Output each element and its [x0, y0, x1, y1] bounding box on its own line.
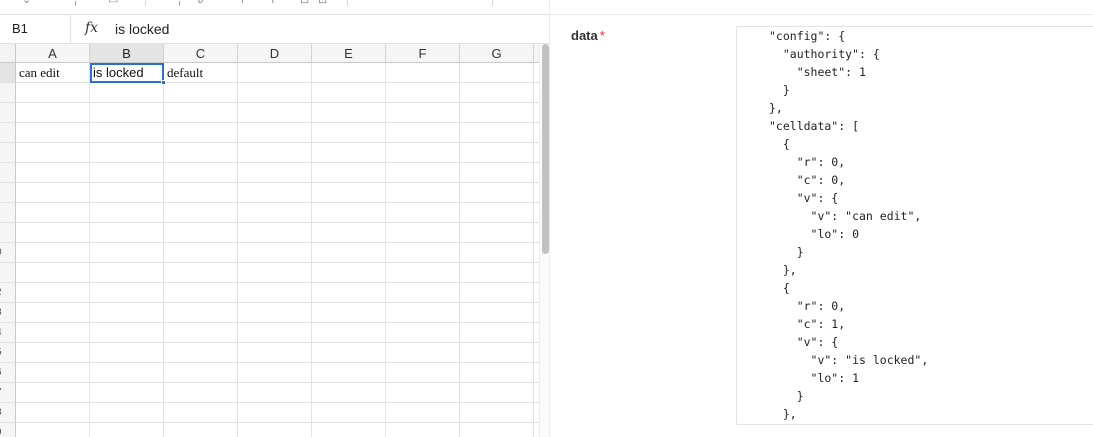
row-headers: 0 23456789 [0, 63, 16, 437]
code-line: } [769, 389, 804, 403]
column-header-f[interactable]: F [386, 44, 460, 63]
code-line: } [769, 83, 790, 97]
row-header[interactable] [0, 163, 16, 183]
vertical-scrollbar[interactable] [539, 44, 549, 437]
code-line: "r": 0, [769, 299, 846, 313]
toolbar-partial-icon[interactable]: ⊟ [300, 0, 309, 6]
code-line: "celldata": [ [769, 119, 860, 133]
code-line: "r": 0, [769, 155, 846, 169]
form-pane: data * "config": { "authority": { "sheet"… [549, 0, 1093, 437]
code-line: "lo": 0 [769, 227, 860, 241]
row-header[interactable] [0, 143, 16, 163]
row-header[interactable]: 9 [0, 423, 16, 437]
code-line: }, [769, 407, 797, 421]
form-top-divider [550, 0, 1093, 15]
name-box[interactable]: B1 [0, 15, 71, 43]
row-header[interactable]: 8 [0, 403, 16, 423]
row-header[interactable]: 0 [0, 243, 16, 263]
row-header[interactable]: 7 [0, 383, 16, 403]
code-line: "v": "can edit", [769, 209, 922, 223]
row-header[interactable] [0, 263, 16, 283]
row-header[interactable]: 3 [0, 303, 16, 323]
cell[interactable]: can edit [16, 63, 89, 83]
scrollbar-thumb[interactable] [542, 44, 549, 254]
spreadsheet-pane: ⌄ ¦ ▭ ¦ ∂ ↰ ↱ ⊟ ⊡ B1 fx is locked ABCDEF… [0, 0, 549, 437]
code-line: }, [769, 263, 797, 277]
code-lines: "config": { "authority": { "sheet": 1 }}… [769, 27, 928, 423]
data-field-label: data * [571, 28, 605, 43]
toolbar-partial-icon[interactable]: ⊡ [318, 0, 327, 6]
column-headers: ABCDEFG [16, 44, 548, 63]
toolbar-partial-icon[interactable]: ▭ [108, 0, 118, 6]
toolbar-partial-icon[interactable]: ↰ [236, 0, 245, 6]
required-asterisk: * [599, 28, 605, 43]
formula-bar: B1 fx is locked [0, 15, 549, 44]
toolbar-partial-icon[interactable]: ⌄ [22, 0, 31, 6]
toolbar-strip: ⌄ ¦ ▭ ¦ ∂ ↰ ↱ ⊟ ⊡ [0, 0, 549, 15]
toolbar-partial-icon[interactable]: ¦ [74, 0, 77, 6]
code-line: "lo": 1 [769, 371, 860, 385]
row-header[interactable]: 6 [0, 363, 16, 383]
field-label-text: data [571, 28, 598, 43]
code-line: "v": { [769, 335, 839, 349]
code-line: "c": 0, [769, 173, 846, 187]
toolbar-partial-icon[interactable]: ∂ [198, 0, 203, 6]
code-line: "v": { [769, 191, 839, 205]
code-line: }, [769, 101, 783, 115]
code-line: "config": { [769, 29, 846, 43]
code-line: { [769, 281, 790, 295]
toolbar-partial-icon[interactable]: ↱ [270, 0, 279, 6]
json-code-editor[interactable]: "config": { "authority": { "sheet": 1 }}… [736, 26, 1093, 425]
formula-input[interactable]: is locked [115, 21, 169, 37]
code-line: { [769, 137, 790, 151]
row-header[interactable] [0, 223, 16, 243]
row-header[interactable] [0, 83, 16, 103]
selected-cell[interactable]: is locked [90, 63, 164, 83]
column-header-b[interactable]: B [90, 44, 164, 63]
code-line: "authority": { [769, 47, 880, 61]
column-header-c[interactable]: C [164, 44, 238, 63]
code-line: } [769, 245, 804, 259]
row-header[interactable] [0, 63, 16, 83]
code-line: "v": "is locked", [769, 353, 929, 367]
row-header[interactable]: 5 [0, 343, 16, 363]
cell-area[interactable]: can edit is locked default [16, 63, 549, 437]
column-header-a[interactable]: A [16, 44, 90, 63]
select-all-corner[interactable] [0, 44, 16, 63]
row-header[interactable]: 2 [0, 283, 16, 303]
cell[interactable]: default [164, 63, 237, 83]
code-line: "c": 1, [769, 317, 846, 331]
sheet-grid[interactable]: ABCDEFG 0 23456789 can editis lockeddefau… [0, 44, 549, 437]
row-header[interactable] [0, 123, 16, 143]
row-header[interactable] [0, 203, 16, 223]
column-header-e[interactable]: E [312, 44, 386, 63]
row-header[interactable] [0, 103, 16, 123]
row-header[interactable] [0, 183, 16, 203]
fx-icon: fx [85, 20, 99, 36]
column-header-g[interactable]: G [460, 44, 534, 63]
code-line: "sheet": 1 [769, 65, 866, 79]
toolbar-partial-icon[interactable]: ¦ [178, 0, 181, 6]
column-header-d[interactable]: D [238, 44, 312, 63]
row-header[interactable]: 4 [0, 323, 16, 343]
